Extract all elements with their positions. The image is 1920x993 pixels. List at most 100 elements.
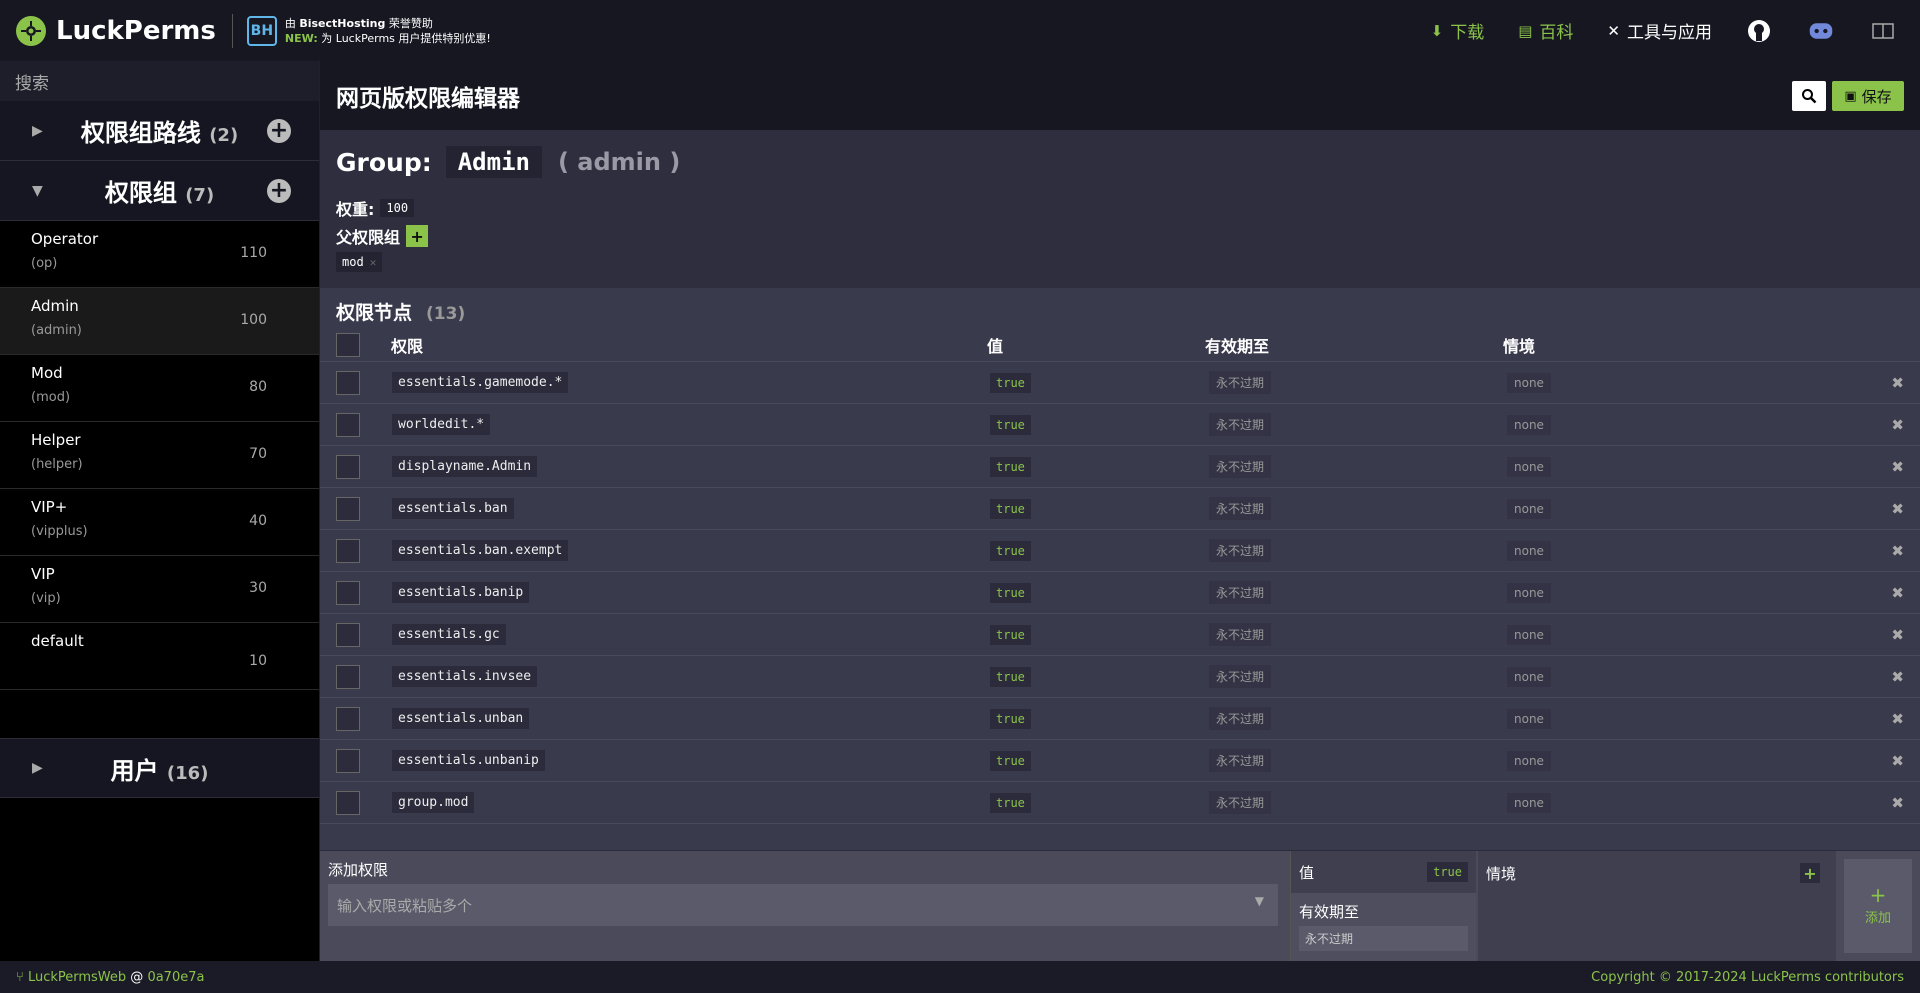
context-cell[interactable]: none bbox=[1507, 666, 1551, 687]
nav-tools[interactable]: ✕ 工具与应用 bbox=[1607, 18, 1712, 44]
value-cell[interactable]: true bbox=[990, 624, 1031, 645]
remove-parent-icon[interactable]: ✕ bbox=[370, 256, 377, 269]
expiry-cell[interactable]: 永不过期 bbox=[1209, 791, 1272, 814]
column-permission[interactable]: 权限 bbox=[391, 333, 423, 357]
context-cell[interactable]: none bbox=[1507, 540, 1551, 561]
logo[interactable]: LuckPerms bbox=[16, 15, 216, 46]
value-cell[interactable]: true bbox=[990, 456, 1031, 477]
sidebar-item-admin[interactable]: Admin (admin) 100 bbox=[0, 288, 319, 355]
search-button[interactable] bbox=[1792, 81, 1826, 111]
permission-cell[interactable]: displayname.Admin bbox=[392, 456, 538, 477]
add-parent-button[interactable]: + bbox=[406, 225, 429, 247]
delete-icon[interactable]: ✖ bbox=[1891, 710, 1904, 728]
row-checkbox[interactable] bbox=[336, 706, 360, 731]
permission-cell[interactable]: essentials.gc bbox=[392, 624, 506, 645]
permission-cell[interactable]: essentials.gamemode.* bbox=[392, 372, 569, 393]
value-cell[interactable]: true bbox=[990, 750, 1031, 771]
permission-cell[interactable]: worldedit.* bbox=[392, 414, 491, 435]
context-cell[interactable]: none bbox=[1507, 456, 1551, 477]
row-checkbox[interactable] bbox=[336, 496, 360, 521]
permission-cell[interactable]: essentials.invsee bbox=[392, 666, 538, 687]
value-cell[interactable]: true bbox=[990, 498, 1031, 519]
column-expiry[interactable]: 有效期至 bbox=[1205, 333, 1269, 357]
sidebar-item-vipplus[interactable]: VIP+ (vipplus) 40 bbox=[0, 489, 319, 556]
permission-cell[interactable]: essentials.unban bbox=[392, 708, 530, 729]
expiry-cell[interactable]: 永不过期 bbox=[1209, 749, 1272, 772]
weight-value[interactable]: 100 bbox=[380, 199, 415, 217]
value-cell[interactable]: true bbox=[990, 792, 1031, 813]
sidebar-item-operator[interactable]: Operator (op) 110 bbox=[0, 221, 319, 288]
sidebar-item-mod[interactable]: Mod (mod) 80 bbox=[0, 355, 319, 422]
add-button[interactable]: + 添加 bbox=[1844, 859, 1912, 953]
permission-cell[interactable]: essentials.banip bbox=[392, 582, 530, 603]
add-track-button[interactable]: + bbox=[267, 118, 291, 143]
sponsor-banner[interactable]: BH 由 BisectHosting 荣誉赞助 NEW: 为 LuckPerms… bbox=[246, 15, 491, 46]
value-cell[interactable]: true bbox=[990, 540, 1031, 561]
context-cell[interactable]: none bbox=[1507, 792, 1551, 813]
context-cell[interactable]: none bbox=[1507, 372, 1551, 393]
sidebar-item-vip[interactable]: VIP (vip) 30 bbox=[0, 556, 319, 623]
footer-repo-link[interactable]: ⑂ LuckPermsWeb @ 0a70e7a bbox=[16, 970, 204, 985]
delete-icon[interactable]: ✖ bbox=[1891, 668, 1904, 686]
expiry-cell[interactable]: 永不过期 bbox=[1209, 413, 1272, 436]
context-cell[interactable]: none bbox=[1507, 582, 1551, 603]
search-input[interactable]: 搜索 bbox=[0, 61, 319, 101]
delete-icon[interactable]: ✖ bbox=[1891, 752, 1904, 770]
delete-icon[interactable]: ✖ bbox=[1891, 542, 1904, 560]
tracks-section-header[interactable]: ▶ 权限组路线 (2) + bbox=[0, 101, 319, 161]
delete-icon[interactable]: ✖ bbox=[1891, 626, 1904, 644]
select-all-checkbox[interactable] bbox=[336, 332, 360, 357]
expiry-cell[interactable]: 永不过期 bbox=[1209, 371, 1272, 394]
expiry-cell[interactable]: 永不过期 bbox=[1209, 539, 1272, 562]
expiry-cell[interactable]: 永不过期 bbox=[1209, 623, 1272, 646]
nav-download[interactable]: ⬇ 下载 bbox=[1431, 18, 1485, 44]
users-section-header[interactable]: ▶ 用户 (16) bbox=[0, 738, 319, 798]
row-checkbox[interactable] bbox=[336, 538, 360, 563]
delete-icon[interactable]: ✖ bbox=[1891, 584, 1904, 602]
github-icon[interactable] bbox=[1746, 18, 1772, 44]
row-checkbox[interactable] bbox=[336, 454, 360, 479]
expiry-cell[interactable]: 永不过期 bbox=[1209, 665, 1272, 688]
expiry-cell[interactable]: 永不过期 bbox=[1209, 581, 1272, 604]
row-checkbox[interactable] bbox=[336, 412, 360, 437]
language-icon[interactable] bbox=[1870, 18, 1896, 44]
row-checkbox[interactable] bbox=[336, 790, 360, 815]
context-cell[interactable]: none bbox=[1507, 624, 1551, 645]
value-cell[interactable]: true bbox=[990, 372, 1031, 393]
add-group-button[interactable]: + bbox=[267, 178, 291, 203]
discord-icon[interactable] bbox=[1808, 18, 1834, 44]
delete-icon[interactable]: ✖ bbox=[1891, 458, 1904, 476]
delete-icon[interactable]: ✖ bbox=[1891, 794, 1904, 812]
expiry-cell[interactable]: 永不过期 bbox=[1209, 707, 1272, 730]
sidebar-item-helper[interactable]: Helper (helper) 70 bbox=[0, 422, 319, 489]
context-cell[interactable]: none bbox=[1507, 498, 1551, 519]
column-value[interactable]: 值 bbox=[987, 333, 1003, 357]
chevron-down-icon[interactable]: ▼ bbox=[1255, 894, 1264, 908]
sidebar-item-default[interactable]: default 10 bbox=[0, 623, 319, 690]
permission-cell[interactable]: essentials.ban bbox=[392, 498, 514, 519]
add-value-toggle[interactable]: true bbox=[1427, 862, 1468, 882]
nav-wiki[interactable]: ▤ 百科 bbox=[1518, 18, 1573, 44]
add-permission-input[interactable]: 输入权限或粘贴多个 ▼ bbox=[328, 884, 1278, 926]
group-name[interactable]: Admin bbox=[445, 146, 542, 178]
context-cell[interactable]: none bbox=[1507, 414, 1551, 435]
row-checkbox[interactable] bbox=[336, 664, 360, 689]
value-cell[interactable]: true bbox=[990, 414, 1031, 435]
row-checkbox[interactable] bbox=[336, 370, 360, 395]
groups-section-header[interactable]: ▼ 权限组 (7) + bbox=[0, 161, 319, 221]
footer-copyright[interactable]: Copyright © 2017-2024 LuckPerms contribu… bbox=[1591, 970, 1904, 985]
value-cell[interactable]: true bbox=[990, 666, 1031, 687]
row-checkbox[interactable] bbox=[336, 748, 360, 773]
column-context[interactable]: 情境 bbox=[1503, 333, 1535, 357]
add-expiry-input[interactable]: 永不过期 bbox=[1299, 926, 1468, 951]
delete-icon[interactable]: ✖ bbox=[1891, 374, 1904, 392]
permission-cell[interactable]: essentials.unbanip bbox=[392, 750, 545, 771]
expiry-cell[interactable]: 永不过期 bbox=[1209, 497, 1272, 520]
context-cell[interactable]: none bbox=[1507, 750, 1551, 771]
value-cell[interactable]: true bbox=[990, 708, 1031, 729]
permission-cell[interactable]: group.mod bbox=[392, 792, 475, 813]
context-cell[interactable]: none bbox=[1507, 708, 1551, 729]
save-button[interactable]: ▣ 保存 bbox=[1832, 81, 1904, 111]
add-context-button[interactable]: + bbox=[1800, 863, 1820, 883]
permission-cell[interactable]: essentials.ban.exempt bbox=[392, 540, 569, 561]
